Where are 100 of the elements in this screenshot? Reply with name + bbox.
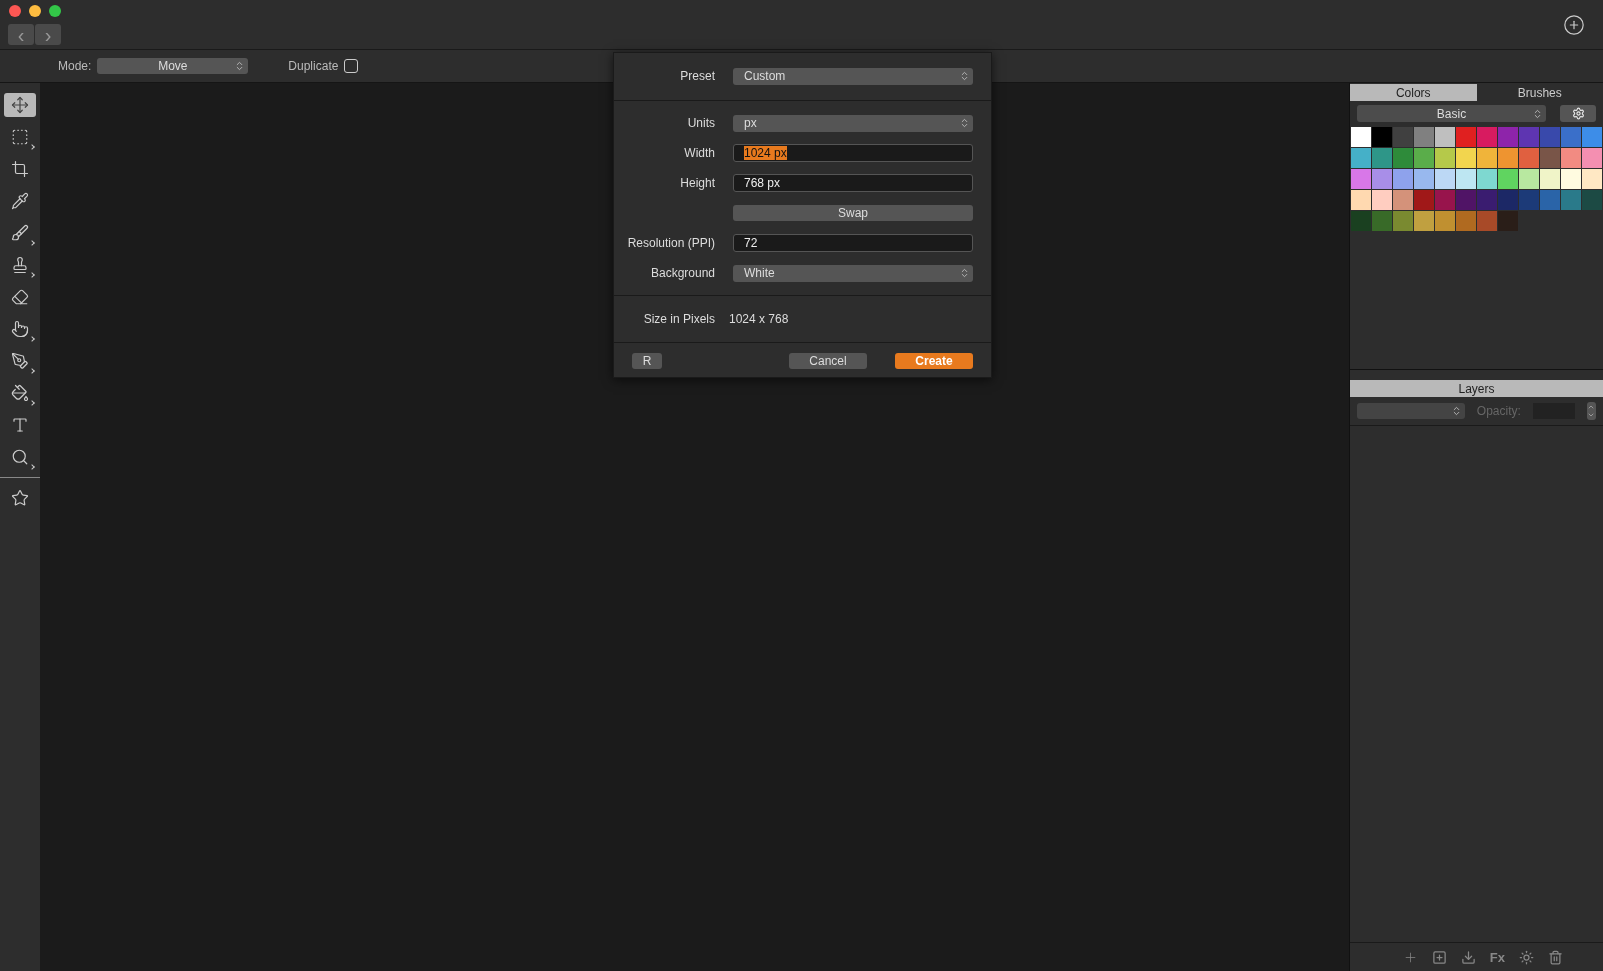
color-swatch[interactable]	[1393, 211, 1413, 231]
text-icon	[11, 416, 29, 434]
color-swatch[interactable]	[1435, 127, 1455, 147]
color-swatch[interactable]	[1393, 148, 1413, 168]
eyedropper-icon	[11, 192, 29, 210]
palette-dropdown[interactable]: Basic	[1357, 105, 1546, 122]
color-swatch[interactable]	[1582, 169, 1602, 189]
color-swatch[interactable]	[1351, 148, 1371, 168]
close-button[interactable]	[9, 5, 21, 17]
download-icon[interactable]	[1460, 949, 1476, 965]
field-label: Preset	[679, 69, 715, 83]
color-swatch[interactable]	[1456, 148, 1476, 168]
eraser-icon	[11, 288, 29, 306]
field-label: Background	[649, 266, 715, 280]
create-button[interactable]: Create	[895, 353, 973, 369]
color-swatch[interactable]	[1393, 169, 1413, 189]
color-swatch[interactable]	[1351, 190, 1371, 210]
color-swatch[interactable]	[1372, 127, 1392, 147]
color-swatch[interactable]	[1456, 211, 1476, 231]
color-swatch[interactable]	[1498, 211, 1518, 231]
zoom-button[interactable]	[49, 5, 61, 17]
add-layer-icon[interactable]	[1431, 949, 1447, 965]
color-swatch[interactable]	[1372, 148, 1392, 168]
duplicate-checkbox[interactable]	[344, 59, 359, 73]
cancel-button[interactable]: Cancel	[789, 353, 867, 369]
duplicate-label: Duplicate	[288, 59, 339, 73]
color-swatch[interactable]	[1351, 169, 1371, 189]
reset-button[interactable]: R	[632, 353, 662, 369]
input-field[interactable]: 768 px	[733, 174, 973, 192]
color-swatch[interactable]	[1456, 190, 1476, 210]
color-swatch[interactable]	[1435, 148, 1455, 168]
color-swatch[interactable]	[1477, 169, 1497, 189]
color-swatch[interactable]	[1519, 127, 1539, 147]
color-swatch[interactable]	[1519, 169, 1539, 189]
color-swatch[interactable]	[1540, 148, 1560, 168]
settings-button[interactable]	[1560, 105, 1596, 122]
color-swatch[interactable]	[1540, 190, 1560, 210]
finger-icon	[11, 320, 29, 338]
color-swatch[interactable]	[1540, 127, 1560, 147]
color-swatch[interactable]	[1435, 169, 1455, 189]
opacity-stepper[interactable]	[1586, 402, 1596, 420]
color-swatch[interactable]	[1351, 127, 1371, 147]
color-swatch[interactable]	[1414, 190, 1434, 210]
color-swatch[interactable]	[1561, 169, 1581, 189]
field-label: Width	[683, 146, 715, 160]
color-swatch[interactable]	[1456, 127, 1476, 147]
color-swatch[interactable]	[1372, 190, 1392, 210]
chevrons-icon	[959, 267, 970, 279]
back-button[interactable]: ‹	[8, 24, 34, 45]
size-value: 1024 x 768	[729, 312, 790, 326]
color-swatch[interactable]	[1582, 127, 1602, 147]
color-swatch[interactable]	[1519, 148, 1539, 168]
color-swatch[interactable]	[1414, 127, 1434, 147]
field-label: Units	[686, 116, 715, 130]
color-swatch[interactable]	[1498, 169, 1518, 189]
fx-button[interactable]: Fx	[1489, 949, 1505, 965]
color-swatch[interactable]	[1477, 148, 1497, 168]
add-button[interactable]	[1563, 14, 1585, 36]
blend-dropdown[interactable]	[1357, 403, 1465, 419]
tool-button[interactable]	[4, 93, 36, 117]
preset-dropdown[interactable]: Custom	[733, 67, 973, 85]
color-swatch[interactable]	[1372, 211, 1392, 231]
trash-icon[interactable]	[1548, 949, 1563, 965]
dropdown[interactable]: White	[733, 264, 973, 282]
minimize-button[interactable]	[29, 5, 41, 17]
color-swatch[interactable]	[1582, 148, 1602, 168]
dropdown[interactable]: px	[733, 114, 973, 132]
color-swatch[interactable]	[1498, 127, 1518, 147]
color-swatch[interactable]	[1540, 169, 1560, 189]
swap-button[interactable]: Swap	[733, 205, 973, 221]
color-swatch[interactable]	[1414, 148, 1434, 168]
color-swatch[interactable]	[1561, 127, 1581, 147]
color-swatch[interactable]	[1582, 190, 1602, 210]
sun-icon[interactable]	[1519, 949, 1534, 965]
color-swatch[interactable]	[1372, 169, 1392, 189]
color-swatch[interactable]	[1498, 148, 1518, 168]
star-icon	[11, 489, 29, 507]
panel-tab[interactable]: Colors	[1350, 84, 1477, 101]
gear-icon	[1571, 107, 1585, 120]
color-swatch[interactable]	[1393, 190, 1413, 210]
color-swatch[interactable]	[1435, 211, 1455, 231]
color-swatch[interactable]	[1519, 190, 1539, 210]
color-swatch[interactable]	[1561, 148, 1581, 168]
color-swatch[interactable]	[1393, 127, 1413, 147]
color-swatch[interactable]	[1561, 190, 1581, 210]
add-icon[interactable]	[1402, 949, 1418, 965]
color-swatch[interactable]	[1414, 169, 1434, 189]
input-field[interactable]: 72	[733, 234, 973, 252]
color-swatch[interactable]	[1351, 211, 1371, 231]
input-field[interactable]: 1024 px	[733, 144, 973, 162]
forward-button[interactable]: ›	[35, 24, 61, 45]
color-swatch[interactable]	[1435, 190, 1455, 210]
color-swatch[interactable]	[1477, 190, 1497, 210]
color-swatch[interactable]	[1498, 190, 1518, 210]
color-swatch[interactable]	[1456, 169, 1476, 189]
color-swatch[interactable]	[1477, 211, 1497, 231]
color-swatch[interactable]	[1414, 211, 1434, 231]
mode-dropdown[interactable]: Move	[97, 58, 249, 74]
search-icon	[11, 448, 29, 466]
color-swatch[interactable]	[1477, 127, 1497, 147]
